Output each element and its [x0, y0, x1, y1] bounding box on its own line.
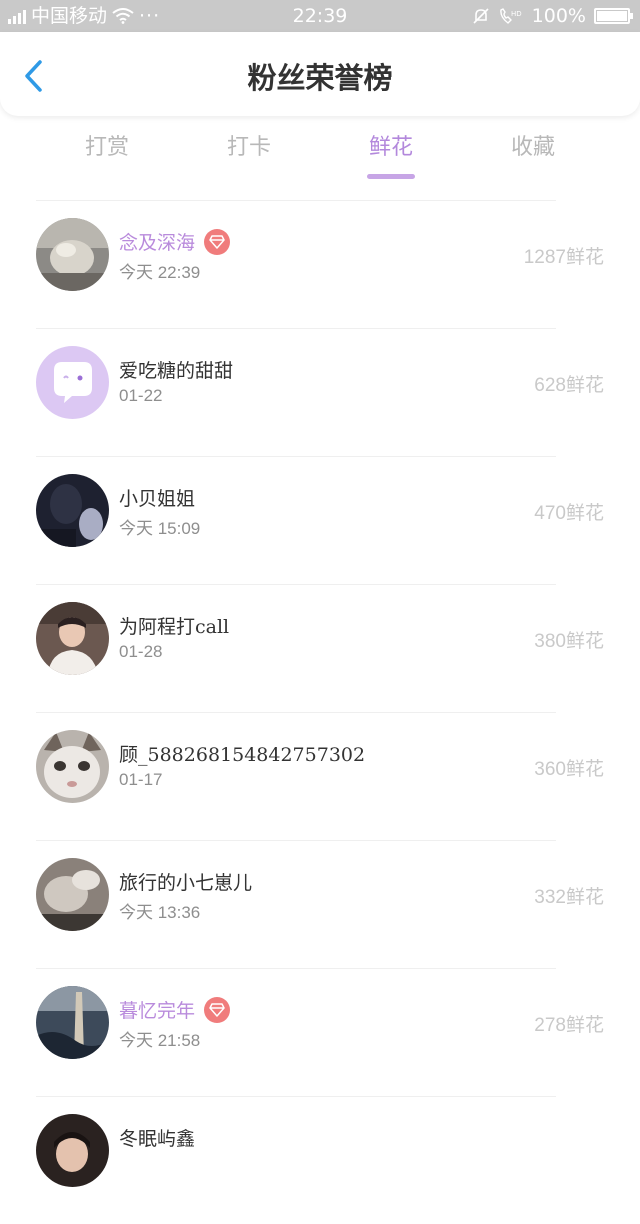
divider [36, 968, 556, 969]
divider [36, 584, 556, 585]
status-bar: 中国移动 ··· 22:39 HD 100% [0, 0, 640, 32]
name-wrap: 念及深海 [119, 228, 231, 255]
battery-percent: 100% [531, 5, 586, 27]
diamond-badge-icon [204, 228, 231, 255]
tab-flowers[interactable]: 鲜花 [331, 130, 451, 166]
flower-count: 470鲜花 [534, 503, 604, 524]
name-wrap: 为阿程打call [119, 612, 229, 639]
tab-checkin[interactable]: 打卡 [189, 130, 309, 166]
fan-time: 01-28 [119, 642, 163, 661]
name-wrap: 爱吃糖的甜甜 [119, 356, 233, 383]
fan-name: 爱吃糖的甜甜 [119, 360, 234, 382]
fan-time: 01-17 [119, 770, 163, 789]
battery-icon [594, 8, 633, 24]
flower-count: 360鲜花 [534, 759, 604, 780]
fan-name: 旅行的小七崽儿 [119, 872, 253, 894]
fan-time: 今天 13:36 [119, 903, 201, 922]
fan-name: 念及深海 [119, 232, 196, 254]
name-wrap: 小贝姐姐 [119, 484, 195, 511]
avatar [36, 1114, 109, 1187]
mute-bell-icon [473, 8, 489, 24]
avatar [36, 858, 109, 931]
active-tab-indicator [367, 174, 415, 179]
divider [36, 200, 556, 201]
avatar [36, 986, 109, 1059]
name-wrap: 暮忆完年 [119, 996, 231, 1023]
page-title: 粉丝荣誉榜 [247, 61, 393, 95]
diamond-badge-icon [204, 996, 231, 1023]
list-item[interactable]: 旅行的小七崽儿 今天 13:36 332鲜花 [0, 840, 640, 968]
fan-time: 今天 21:58 [119, 1031, 201, 1050]
avatar [36, 602, 109, 675]
list-item[interactable]: 暮忆完年 今天 21:58 278鲜花 [0, 968, 640, 1096]
fan-name: 小贝姐姐 [119, 488, 196, 510]
flower-count: 1287鲜花 [523, 247, 604, 268]
hd-call-icon: HD [499, 8, 522, 24]
list-item[interactable]: 顾_588268154842757302 01-17 360鲜花 [0, 712, 640, 840]
fan-time: 今天 22:39 [119, 263, 201, 282]
divider [36, 840, 556, 841]
status-right: HD 100% [472, 0, 633, 32]
divider [36, 456, 556, 457]
header: 粉丝荣誉榜 [0, 32, 640, 116]
avatar [36, 474, 109, 547]
fan-name: 顾_588268154842757302 [119, 744, 366, 766]
fan-name: 暮忆完年 [119, 1000, 196, 1022]
list-item[interactable]: 为阿程打call 01-28 380鲜花 [0, 584, 640, 712]
list-item[interactable]: 念及深海 今天 22:39 1287鲜花 [0, 200, 640, 328]
list-item[interactable]: 冬眠屿鑫 [0, 1096, 640, 1224]
tab-reward[interactable]: 打赏 [47, 130, 167, 166]
flower-count: 332鲜花 [534, 887, 604, 908]
svg-text:HD: HD [511, 10, 522, 18]
divider [36, 328, 556, 329]
back-button[interactable] [20, 58, 50, 94]
flower-count: 278鲜花 [534, 1015, 604, 1036]
list-item[interactable]: 小贝姐姐 今天 15:09 470鲜花 [0, 456, 640, 584]
flower-count: 628鲜花 [534, 375, 604, 396]
tab-favorites[interactable]: 收藏 [473, 130, 593, 166]
avatar [36, 730, 109, 803]
tab-bar: 打赏 打卡 鲜花 收藏 [0, 130, 640, 190]
fan-name: 为阿程打call [119, 616, 230, 638]
name-wrap: 旅行的小七崽儿 [119, 868, 252, 895]
avatar [36, 218, 109, 291]
fan-time: 今天 15:09 [119, 519, 201, 538]
flower-count: 380鲜花 [534, 631, 604, 652]
name-wrap: 顾_588268154842757302 [119, 740, 365, 767]
divider [36, 1096, 556, 1097]
divider [36, 712, 556, 713]
fan-time: 01-22 [119, 386, 163, 405]
default-avatar-icon [36, 346, 109, 419]
list-item[interactable]: 爱吃糖的甜甜 01-22 628鲜花 [0, 328, 640, 456]
